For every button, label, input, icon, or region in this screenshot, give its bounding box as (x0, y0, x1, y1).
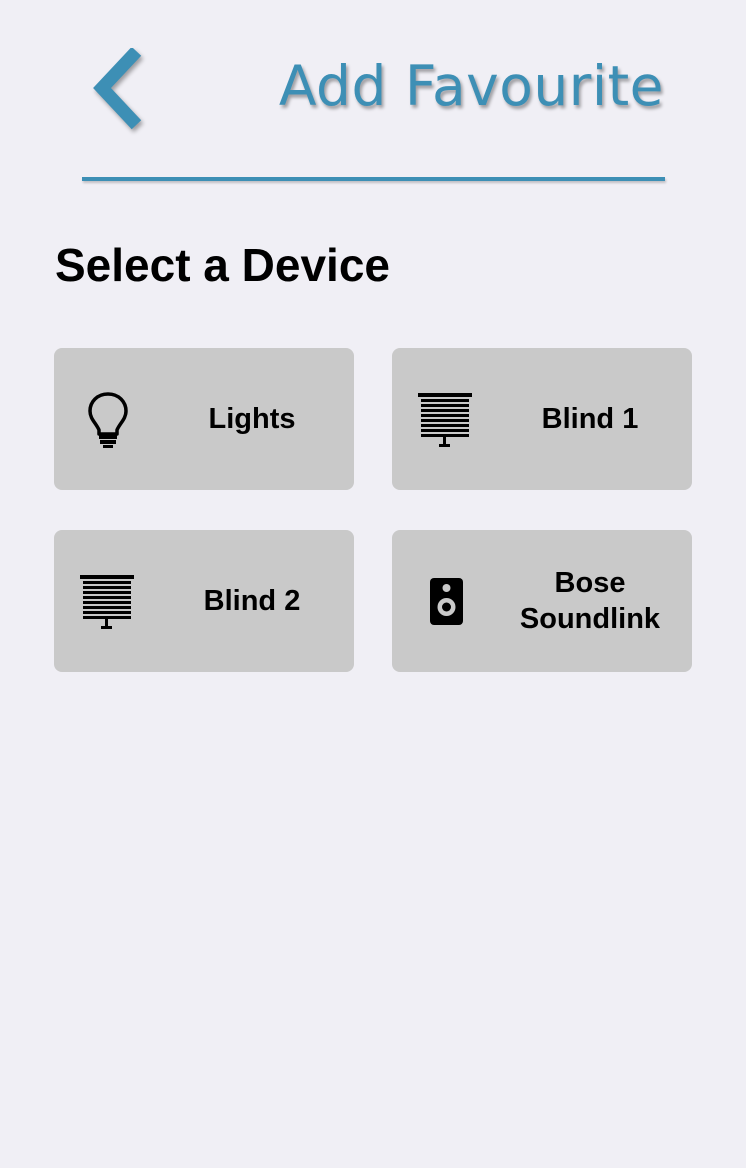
lightbulb-icon (78, 389, 138, 449)
section-heading: Select a Device (55, 239, 391, 291)
header: Add Favourite (0, 0, 746, 190)
device-label: Lights (208, 403, 296, 435)
back-button[interactable] (88, 48, 152, 132)
device-tile-blind-1[interactable]: Blind 1 (392, 348, 692, 490)
blind-icon (416, 389, 476, 449)
device-label-line: Soundlink (519, 603, 661, 635)
device-tile-blind-2[interactable]: Blind 2 (54, 530, 354, 672)
device-label: Blind 2 (203, 585, 301, 617)
speaker-icon (416, 571, 476, 631)
header-divider (82, 177, 665, 181)
device-tile-lights[interactable]: Lights (54, 348, 354, 490)
device-tile-bose-soundlink[interactable]: Bose Soundlink (392, 530, 692, 672)
blind-icon (78, 571, 138, 631)
device-label: Blind 1 (541, 403, 639, 435)
page-title: Add Favourite (278, 54, 664, 118)
device-label: Bose Soundlink (488, 530, 692, 672)
chevron-left-icon (93, 48, 142, 130)
device-label-line: Bose (554, 567, 626, 599)
